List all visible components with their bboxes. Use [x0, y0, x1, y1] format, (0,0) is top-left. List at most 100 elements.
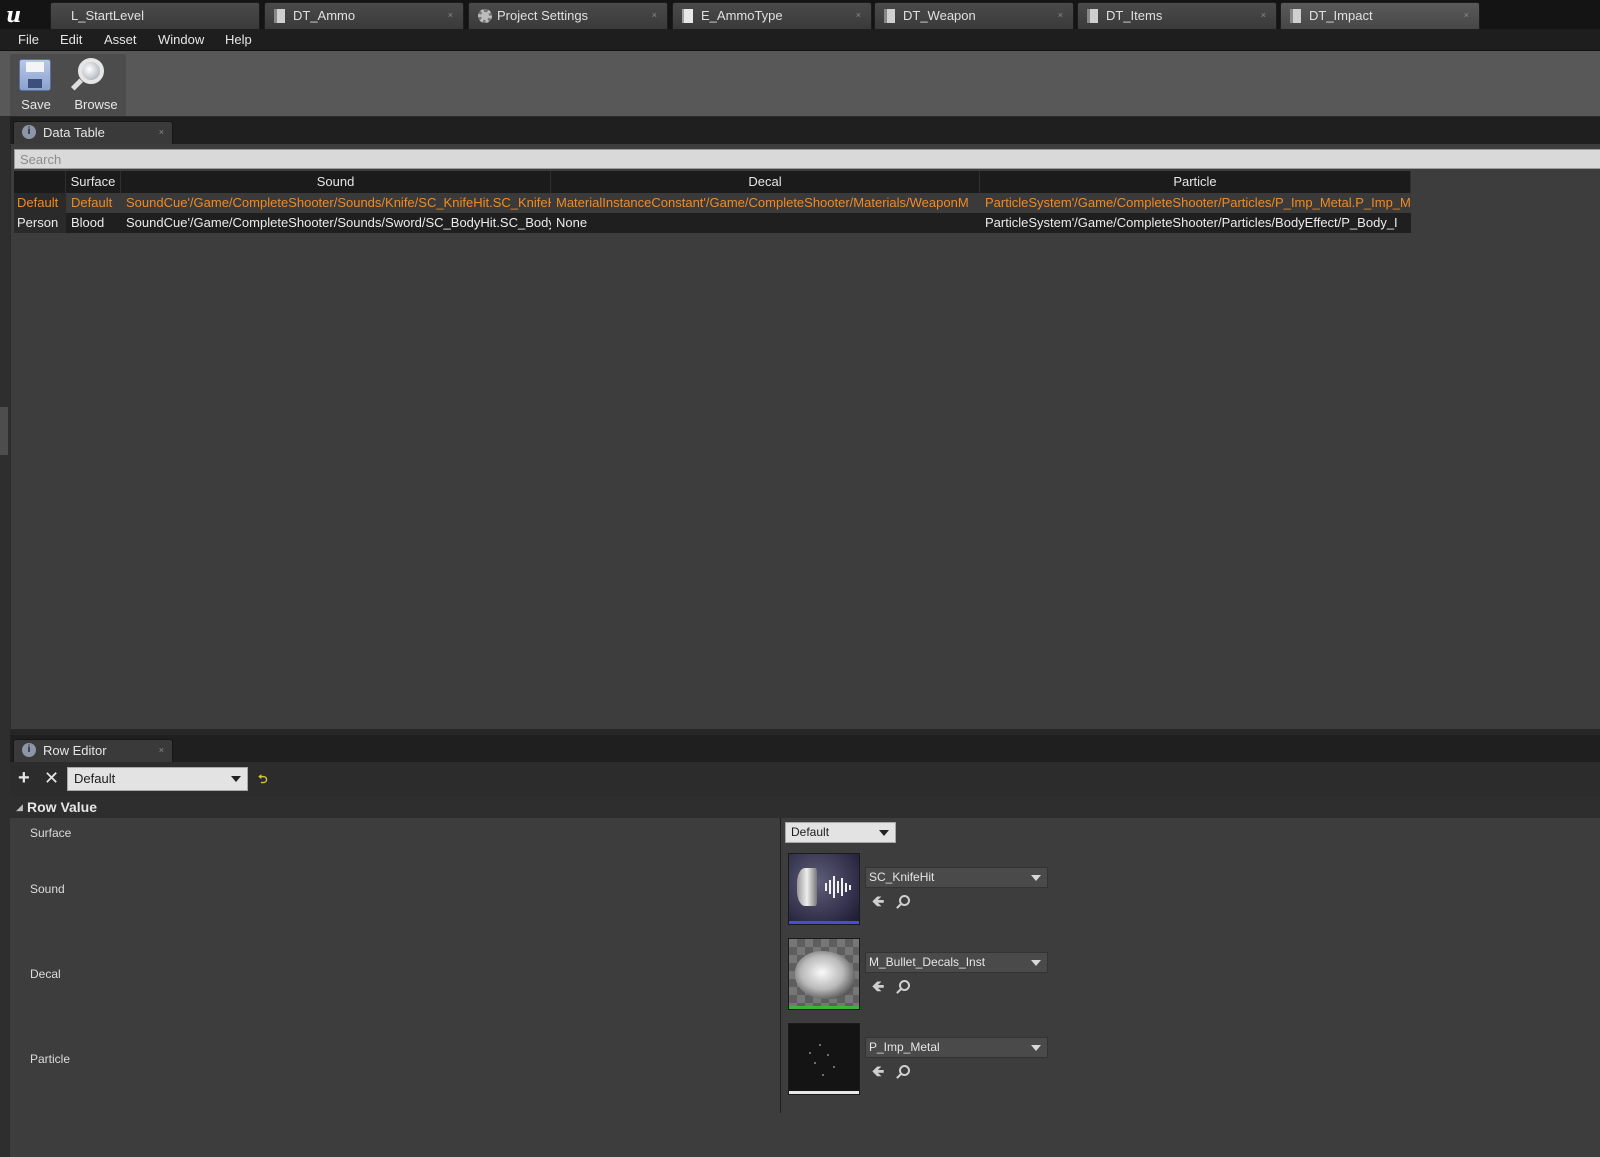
browse-button[interactable]: Browse — [66, 54, 126, 116]
decal-preview-icon — [795, 951, 855, 999]
tab-dt-items[interactable]: DT_Items × — [1077, 2, 1277, 29]
tab-label: Project Settings — [497, 8, 589, 23]
property-label-decal: Decal — [30, 967, 61, 981]
property-label-sound: Sound — [30, 882, 65, 896]
particle-asset-value: P_Imp_Metal — [869, 1040, 940, 1054]
tab-dt-ammo[interactable]: DT_Ammo × — [264, 2, 464, 29]
waveform-icon — [825, 876, 851, 898]
datatable-panel: Surface Sound Decal Particle Default Def… — [10, 145, 1600, 729]
chevron-down-icon — [879, 830, 889, 836]
use-selected-arrow-icon[interactable]: 🡸 — [872, 976, 884, 1001]
row-editor-panel: + ✕ Default ⮌ ◢ Row Value Surface Defaul… — [10, 762, 1600, 1157]
use-selected-arrow-icon[interactable]: 🡸 — [872, 891, 884, 916]
close-icon[interactable]: × — [1261, 3, 1266, 28]
menu-asset[interactable]: Asset — [104, 31, 137, 49]
tab-label: DT_Items — [1106, 8, 1163, 23]
collapse-arrow-icon[interactable]: ◢ — [16, 796, 23, 818]
header-sound[interactable]: Sound — [121, 171, 551, 193]
browse-asset-icon[interactable] — [899, 980, 910, 991]
browse-label: Browse — [74, 97, 118, 112]
browse-asset-icon[interactable] — [899, 895, 910, 906]
header-decal[interactable]: Decal — [551, 171, 980, 193]
menu-edit[interactable]: Edit — [60, 31, 82, 49]
tab-data-table[interactable]: i Data Table × — [13, 121, 173, 144]
use-selected-arrow-icon[interactable]: 🡸 — [872, 1061, 884, 1086]
table-row[interactable]: Default Default SoundCue'/Game/CompleteS… — [14, 193, 1411, 213]
toolbar-group: Save Browse — [10, 54, 126, 116]
menu-window[interactable]: Window — [158, 31, 204, 49]
row-name: Person — [14, 213, 66, 233]
close-icon[interactable]: × — [1058, 3, 1063, 28]
header-particle[interactable]: Particle — [980, 171, 1411, 193]
tab-label: Row Editor — [43, 743, 107, 758]
datatable-icon — [1087, 9, 1098, 23]
tab-label: DT_Weapon — [903, 8, 976, 23]
remove-row-button[interactable]: ✕ — [44, 769, 60, 789]
row-editor-toolbar: + ✕ Default ⮌ — [10, 762, 1600, 796]
property-label-surface: Surface — [30, 826, 72, 840]
menu-file[interactable]: File — [18, 31, 39, 49]
close-icon[interactable]: × — [1464, 3, 1469, 28]
save-icon — [19, 59, 51, 91]
particle-thumbnail[interactable] — [788, 1023, 860, 1095]
tab-dt-weapon[interactable]: DT_Weapon × — [874, 2, 1074, 29]
tab-dt-impact[interactable]: DT_Impact × — [1280, 2, 1480, 29]
browse-asset-icon[interactable] — [899, 1065, 910, 1076]
close-icon[interactable]: × — [159, 740, 164, 761]
cell-decal: None — [556, 215, 588, 230]
left-scroll-gutter — [0, 117, 10, 1157]
info-icon: i — [22, 125, 36, 139]
close-icon[interactable]: × — [652, 3, 657, 28]
tab-project-settings[interactable]: Project Settings × — [468, 2, 668, 29]
asset-toolbar: Save Browse — [0, 51, 1600, 117]
property-column-divider[interactable] — [780, 818, 781, 1113]
close-icon[interactable]: × — [159, 122, 164, 143]
cell-sound: SoundCue'/Game/CompleteShooter/Sounds/Sw… — [126, 215, 551, 230]
decal-thumbnail[interactable] — [788, 938, 860, 1010]
surface-dropdown[interactable]: Default — [785, 822, 896, 843]
category-title: Row Value — [27, 799, 98, 815]
header-row-name — [14, 171, 66, 193]
decal-asset-value: M_Bullet_Decals_Inst — [869, 955, 986, 969]
scrollbar-thumb[interactable] — [0, 407, 8, 455]
sound-thumbnail[interactable] — [788, 853, 860, 925]
cell-surface: Blood — [71, 215, 105, 230]
chevron-down-icon — [1031, 1045, 1041, 1051]
property-label-particle: Particle — [30, 1052, 71, 1066]
cell-decal: MaterialInstanceConstant'/Game/CompleteS… — [556, 195, 969, 210]
decal-asset-picker[interactable]: M_Bullet_Decals_Inst — [865, 952, 1048, 973]
sound-asset-picker[interactable]: SC_KnifeHit — [865, 867, 1048, 888]
tab-label: DT_Ammo — [293, 8, 356, 23]
close-icon[interactable]: × — [448, 3, 453, 28]
tab-row-editor[interactable]: i Row Editor × — [13, 739, 173, 762]
document-tab-bar: u L_StartLevel DT_Ammo × Project Setting… — [0, 0, 1600, 29]
gear-icon — [478, 9, 492, 23]
datatable-icon — [1290, 9, 1301, 23]
tab-l-startlevel[interactable]: L_StartLevel — [50, 2, 260, 29]
chevron-down-icon — [1031, 960, 1041, 966]
row-name-dropdown[interactable]: Default — [67, 767, 248, 791]
table-header: Surface Sound Decal Particle — [14, 171, 1411, 193]
chevron-down-icon — [231, 776, 241, 782]
save-label: Save — [21, 97, 51, 112]
add-row-button[interactable]: + — [18, 768, 34, 789]
tab-e-ammotype[interactable]: E_AmmoType × — [672, 2, 872, 29]
save-button[interactable]: Save — [10, 54, 62, 116]
chevron-down-icon — [1031, 875, 1041, 881]
asset-type-bar — [789, 921, 859, 924]
asset-type-bar — [789, 1006, 859, 1009]
rename-row-icon[interactable]: ⮌ — [258, 770, 268, 791]
roweditor-tab-strip: i Row Editor × — [10, 735, 1600, 762]
row-value-category[interactable]: ◢ Row Value — [10, 796, 1600, 818]
close-icon[interactable]: × — [856, 3, 861, 28]
particle-asset-picker[interactable]: P_Imp_Metal — [865, 1037, 1048, 1058]
sound-asset-value: SC_KnifeHit — [869, 870, 935, 884]
asset-type-bar — [789, 1091, 859, 1094]
table-row[interactable]: Person Blood SoundCue'/Game/CompleteShoo… — [14, 213, 1411, 233]
menu-help[interactable]: Help — [225, 31, 252, 49]
speaker-icon — [797, 868, 817, 906]
unreal-logo-icon[interactable]: u — [6, 3, 38, 27]
search-input[interactable] — [14, 149, 1600, 169]
header-surface[interactable]: Surface — [66, 171, 121, 193]
tab-label: DT_Impact — [1309, 8, 1373, 23]
